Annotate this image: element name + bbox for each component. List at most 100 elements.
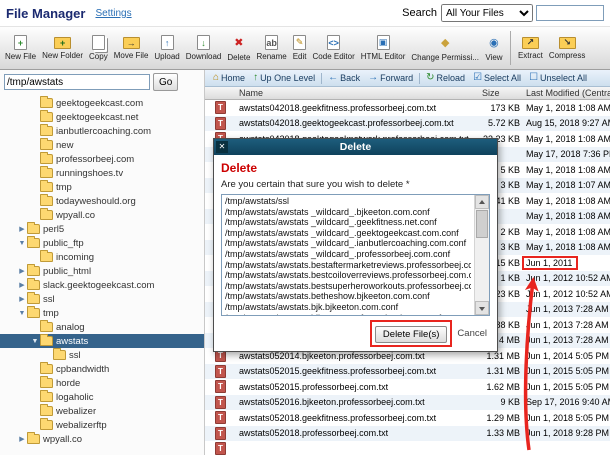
delete-dialog: ✕ Delete Delete Are you certain that sur…: [213, 138, 498, 352]
file-list-scrollbar[interactable]: [474, 195, 489, 315]
filebar-up-one-level-button[interactable]: ↑Up One Level: [249, 73, 319, 83]
file-size: 173 KB: [480, 103, 522, 113]
toolbar-upload-button[interactable]: ↑Upload: [151, 35, 182, 61]
go-button[interactable]: Go: [153, 73, 178, 91]
tree-item-webalizer[interactable]: webalizer: [0, 404, 204, 418]
toolbar-item-label: New File: [5, 52, 36, 61]
delete-file-path: /tmp/awstats/awstats _wildcard_.bjkeeton…: [225, 207, 471, 218]
tree-item-wpyall-co[interactable]: wpyall.co: [0, 208, 204, 222]
tree-item-cpbandwidth[interactable]: cpbandwidth: [0, 362, 204, 376]
column-last-modified[interactable]: Last Modified (Central S: [522, 88, 610, 98]
tree-item-public-html[interactable]: ▶ public_html: [0, 264, 204, 278]
tree-item-label: runningshoes.tv: [56, 168, 123, 179]
toolbar-rename-button[interactable]: abRename: [253, 35, 289, 61]
settings-link[interactable]: Settings: [95, 8, 131, 19]
toolbar-extract-button[interactable]: ↗Extract: [515, 37, 546, 60]
chevron-down-icon[interactable]: ▼: [17, 310, 27, 317]
filebar-reload-button[interactable]: ↻Reload: [422, 73, 469, 83]
filebar-forward-button[interactable]: →Forward: [364, 73, 417, 83]
column-size[interactable]: Size: [480, 88, 522, 98]
folder-icon: [40, 182, 53, 192]
delete-files-button[interactable]: Delete File(s): [375, 326, 448, 343]
tree-item-incoming[interactable]: incoming: [0, 250, 204, 264]
chevron-down-icon[interactable]: ▼: [17, 240, 27, 247]
search-input[interactable]: [536, 5, 604, 21]
toolbar-new-file-button[interactable]: +New File: [2, 35, 39, 61]
filebar-back-button[interactable]: ←Back: [324, 73, 364, 83]
tree-item-todayweshould-org[interactable]: todayweshould.org: [0, 194, 204, 208]
delete-file-path: /tmp/awstats/awstats.betheshow.bjkeeton.…: [225, 291, 471, 302]
tree-item-ssl[interactable]: ▶ssl: [0, 292, 204, 306]
tree-item-ssl[interactable]: ssl: [0, 348, 204, 362]
table-row[interactable]: Tawstats042018.geektogeekcast.professorb…: [205, 116, 610, 132]
table-row[interactable]: Tawstats052015.geekfitness.professorbeej…: [205, 364, 610, 380]
tree-item-tmp[interactable]: tmp: [0, 180, 204, 194]
dialog-titlebar: ✕ Delete: [214, 139, 497, 155]
cancel-button[interactable]: Cancel: [457, 328, 487, 339]
tree-item-ianbutlercoaching-com[interactable]: ianbutlercoaching.com: [0, 124, 204, 138]
tree-item-new[interactable]: new: [0, 138, 204, 152]
scroll-down-icon[interactable]: [475, 301, 489, 315]
file-action-bar: ⌂Home↑Up One Level ←Back→Forward ↻Reload☑S…: [205, 70, 610, 87]
filebar-select-all-button[interactable]: ☑Select All: [469, 73, 525, 83]
text-file-icon: T: [215, 380, 226, 393]
tree-item-webalizerftp[interactable]: webalizerftp: [0, 418, 204, 432]
table-row[interactable]: Tawstats052018.professorbeej.com.txt1.33…: [205, 426, 610, 442]
tree-item-logaholic[interactable]: logaholic: [0, 390, 204, 404]
toolbar-compress-button[interactable]: ↘Compress: [546, 37, 588, 60]
toolbar-delete-button[interactable]: ✖Delete: [224, 35, 253, 62]
tree-item-analog[interactable]: analog: [0, 320, 204, 334]
toolbar-move-file-button[interactable]: →Move File: [111, 37, 152, 60]
table-row[interactable]: Tawstats052015.professorbeej.com.txt1.62…: [205, 379, 610, 395]
compress-icon: ↘: [559, 37, 576, 49]
tree-item-runningshoes-tv[interactable]: runningshoes.tv: [0, 166, 204, 180]
tree-item-horde[interactable]: horde: [0, 376, 204, 390]
tree-item-geektogeekcast-net[interactable]: geektogeekcast.net: [0, 110, 204, 124]
chevron-right-icon[interactable]: ▶: [17, 435, 27, 443]
toolbar-code-editor-button[interactable]: <>Code Editor: [310, 35, 358, 61]
toolbar-copy-button[interactable]: Copy: [86, 35, 111, 61]
toolbar-change-permissi-button[interactable]: ◆Change Permissi...: [408, 35, 482, 62]
toolbar-separator: [510, 31, 511, 65]
file-name: awstats052018.professorbeej.com.txt: [239, 428, 480, 438]
file-size: 9 KB: [480, 397, 522, 407]
chevron-right-icon[interactable]: ▶: [17, 281, 27, 289]
tree-item-awstats[interactable]: ▼awstats: [0, 334, 204, 348]
scroll-up-icon[interactable]: [475, 195, 489, 209]
tree-item-public-ftp[interactable]: ▼public_ftp: [0, 236, 204, 250]
tree-item-slack-geektogeekcast-com[interactable]: ▶slack.geektogeekcast.com: [0, 278, 204, 292]
tree-item-label: tmp: [56, 182, 72, 193]
path-input[interactable]: [4, 74, 150, 90]
chevron-right-icon[interactable]: ▶: [17, 267, 27, 275]
tree-item-tmp[interactable]: ▼tmp: [0, 306, 204, 320]
search-scope-select[interactable]: All Your Files: [441, 4, 533, 22]
toolbar-download-button[interactable]: ↓Download: [183, 35, 225, 61]
filebar-home-button[interactable]: ⌂Home: [209, 73, 249, 83]
file-name: awstats052015.geekfitness.professorbeej.…: [239, 366, 480, 376]
tree-item-perl5[interactable]: ▶perl5: [0, 222, 204, 236]
scrollbar-thumb[interactable]: [476, 210, 488, 238]
tree-item-label: public_html: [43, 266, 91, 277]
dialog-heading: Delete: [221, 161, 490, 175]
toolbar-new-folder-button[interactable]: +New Folder: [39, 37, 86, 60]
tree-item-professorbeej-com[interactable]: professorbeej.com: [0, 152, 204, 166]
column-name[interactable]: Name: [239, 88, 480, 98]
table-row[interactable]: T: [205, 441, 610, 455]
chevron-down-icon[interactable]: ▼: [30, 338, 40, 345]
close-icon[interactable]: ✕: [216, 141, 228, 153]
table-row[interactable]: Tawstats052016.bjkeeton.professorbeej.co…: [205, 395, 610, 411]
tree-item-label: geektogeekcast.net: [56, 112, 138, 123]
table-row[interactable]: Tawstats042018.geekfitness.professorbeej…: [205, 100, 610, 116]
file-last-modified: Jun 1, 2018 9:28 PM: [522, 428, 610, 438]
page-title: File Manager: [6, 6, 85, 21]
table-row[interactable]: Tawstats052018.geekfitness.professorbeej…: [205, 410, 610, 426]
chevron-right-icon[interactable]: ▶: [17, 225, 27, 233]
tree-item-geektogeekcast-com[interactable]: geektogeekcast.com: [0, 96, 204, 110]
toolbar-html-editor-button[interactable]: ▣HTML Editor: [358, 35, 409, 61]
tree-item-wpyall-co[interactable]: ▶wpyall.co: [0, 432, 204, 446]
folder-tree: geektogeekcast.com geektogeekcast.netianb…: [0, 94, 204, 446]
filebar-unselect-all-button[interactable]: ☐Unselect All: [525, 73, 591, 83]
toolbar-view-button[interactable]: ◉View: [482, 35, 506, 62]
chevron-right-icon[interactable]: ▶: [17, 295, 27, 303]
toolbar-edit-button[interactable]: ✎Edit: [290, 35, 310, 61]
